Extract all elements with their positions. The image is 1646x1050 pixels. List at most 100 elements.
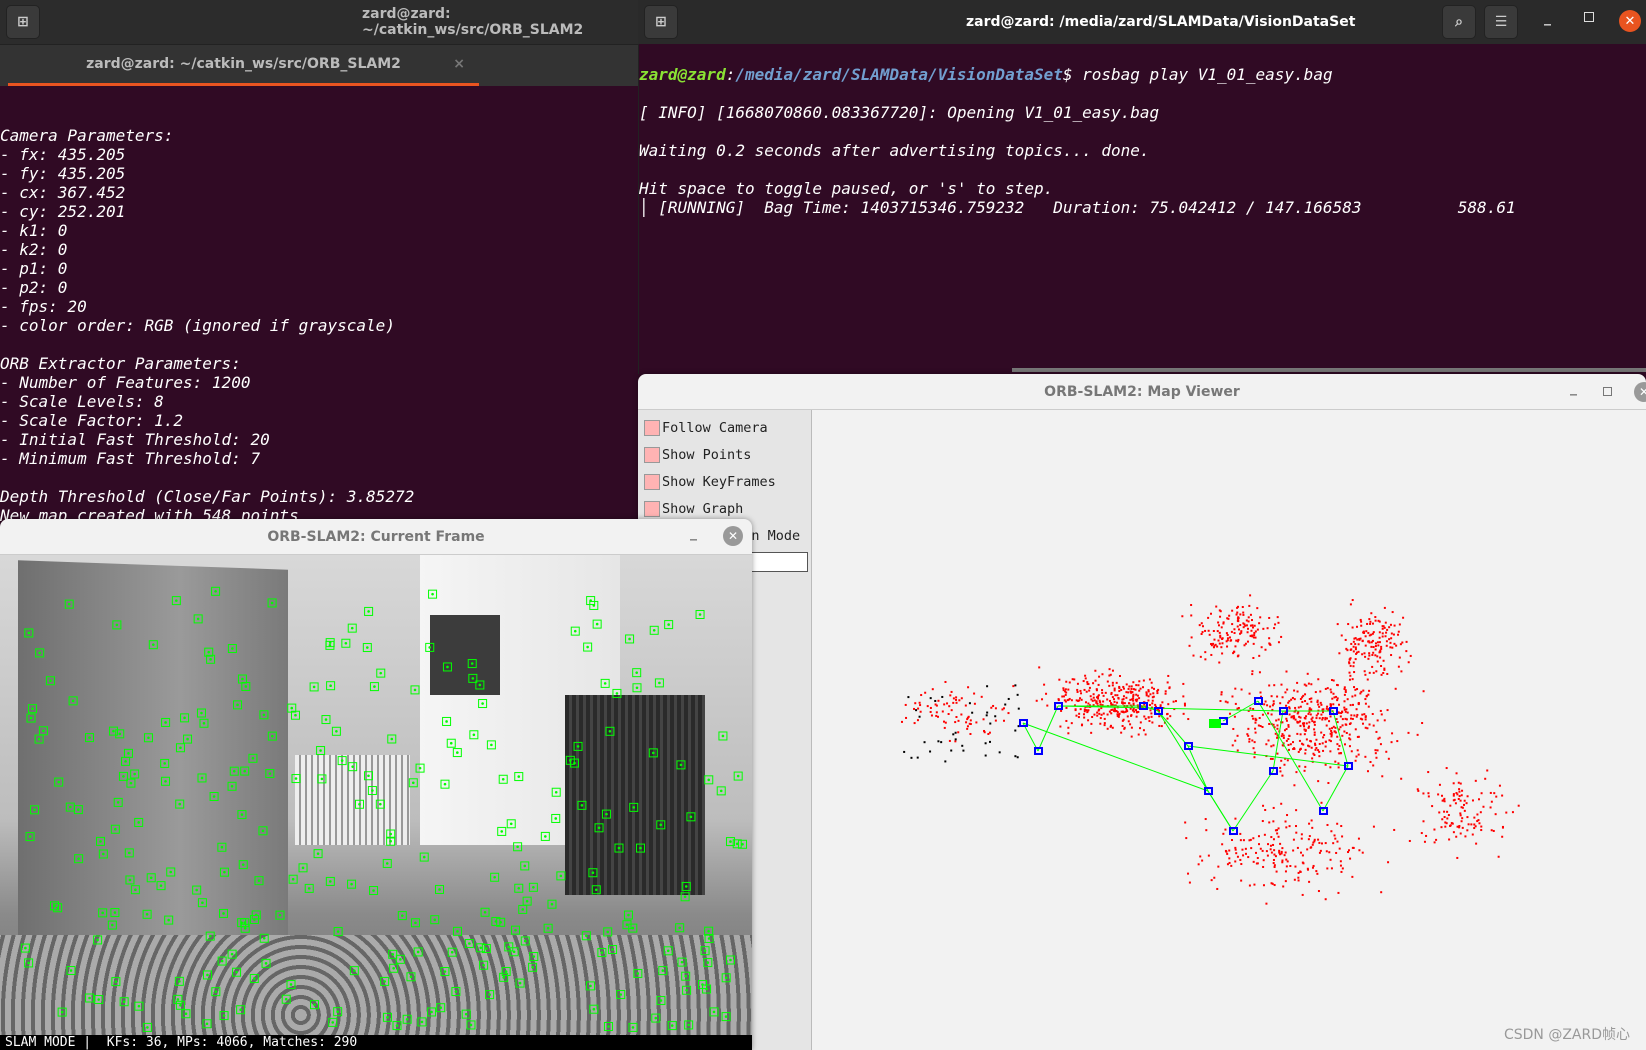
map-point xyxy=(1270,695,1273,698)
option-follow-camera[interactable]: Follow Camera xyxy=(638,414,811,441)
feature-dot xyxy=(320,777,324,781)
map-point xyxy=(1422,690,1425,693)
feature-dot xyxy=(367,774,370,778)
map-point xyxy=(1150,715,1153,718)
map-point xyxy=(1495,795,1498,798)
map-point xyxy=(1139,687,1142,690)
map-point xyxy=(1329,703,1332,706)
current-frame-titlebar[interactable]: ORB-SLAM2: Current Frame _ ✕ xyxy=(0,519,752,555)
map-point xyxy=(1252,642,1255,645)
feature-dot xyxy=(350,882,353,886)
map-point xyxy=(1201,631,1204,634)
map-point xyxy=(1343,730,1346,733)
map-point xyxy=(1280,850,1283,853)
search-icon[interactable]: ⌕ xyxy=(1442,5,1476,39)
new-tab-button[interactable]: ⊞ xyxy=(6,5,40,39)
map-point xyxy=(1254,731,1257,734)
minimize-icon[interactable]: _ xyxy=(1544,10,1551,26)
map-point xyxy=(1344,743,1347,746)
map-point xyxy=(1338,752,1341,755)
map-point xyxy=(1266,854,1269,857)
feature-dot xyxy=(470,662,474,665)
map-point xyxy=(1219,615,1222,618)
option-label: Show Points xyxy=(662,446,752,463)
map-point xyxy=(1122,695,1125,698)
map-point xyxy=(1346,649,1349,652)
option-show-points[interactable]: Show Points xyxy=(638,441,811,468)
tab-close-icon[interactable]: × xyxy=(453,56,465,72)
map-point xyxy=(1078,712,1081,715)
map-point xyxy=(1307,838,1310,841)
maximize-icon[interactable] xyxy=(1603,387,1612,396)
feature-dot xyxy=(514,928,517,932)
close-icon[interactable]: ✕ xyxy=(1619,10,1641,32)
left-terminal-title: zard@zard: ~/catkin_ws/src/ORB_SLAM2 xyxy=(362,6,584,38)
map-canvas[interactable] xyxy=(813,411,1646,1050)
menu-icon[interactable]: ☰ xyxy=(1484,5,1518,39)
minimize-icon[interactable]: _ xyxy=(1570,380,1577,396)
close-icon[interactable]: ✕ xyxy=(1634,382,1646,402)
map-point xyxy=(1331,697,1334,700)
checkbox[interactable] xyxy=(644,419,660,436)
map-point xyxy=(1272,838,1275,841)
minimize-icon[interactable]: _ xyxy=(690,525,697,541)
feature-dot xyxy=(679,763,683,767)
map-point xyxy=(1320,731,1323,734)
feature-dot xyxy=(627,913,630,917)
map-point xyxy=(1090,731,1093,734)
map-point xyxy=(1216,630,1219,633)
checkbox[interactable] xyxy=(644,473,660,490)
feature-dot xyxy=(464,1012,468,1016)
option-show-graph[interactable]: Show Graph xyxy=(638,495,811,522)
map-point xyxy=(1324,763,1327,766)
map-point xyxy=(1313,728,1316,731)
map-point xyxy=(1057,699,1060,702)
map-point xyxy=(1319,849,1322,852)
feature-dot xyxy=(28,835,32,838)
map-point xyxy=(1291,696,1294,699)
feature-dot xyxy=(29,716,33,720)
map-point xyxy=(1265,743,1268,746)
map-point xyxy=(1246,631,1249,634)
map-point xyxy=(1349,704,1352,707)
map-point xyxy=(1249,613,1252,616)
map-point xyxy=(1127,687,1130,690)
terminal-line: Hit space to toggle paused, or 's' to st… xyxy=(639,179,1054,198)
right-terminal-output[interactable]: zard@zard:/media/zard/SLAMData/VisionDat… xyxy=(638,44,1646,374)
map-point xyxy=(1264,808,1267,811)
map-point xyxy=(1135,715,1138,718)
feature-dot xyxy=(137,821,140,824)
map-point xyxy=(1185,837,1188,840)
checkbox[interactable] xyxy=(644,446,660,463)
map-point xyxy=(1164,692,1167,695)
map-point xyxy=(1336,743,1339,746)
map-point xyxy=(1318,841,1321,844)
map-point xyxy=(1221,843,1224,846)
map-point-reference xyxy=(998,751,1001,754)
map-point xyxy=(1266,704,1269,707)
map-point xyxy=(1307,682,1310,685)
option-show-keyframes[interactable]: Show KeyFrames xyxy=(638,468,811,495)
status-bar: SLAM MODE | KFs: 36, MPs: 4066, Matches:… xyxy=(0,1035,752,1050)
map-viewer-titlebar[interactable]: ORB-SLAM2: Map Viewer _ ✕ xyxy=(638,374,1646,410)
new-tab-button[interactable]: ⊞ xyxy=(644,5,678,39)
map-point xyxy=(973,692,976,695)
map-viewer-window: ORB-SLAM2: Map Viewer _ ✕ Follow Camera S… xyxy=(638,374,1646,1050)
map-point xyxy=(1381,627,1384,630)
close-icon[interactable]: ✕ xyxy=(723,526,743,546)
tab-orb-slam2[interactable]: zard@zard: ~/catkin_ws/src/ORB_SLAM2 × xyxy=(8,45,479,87)
map-point xyxy=(1460,794,1463,797)
map-point xyxy=(1239,839,1242,842)
checkbox[interactable] xyxy=(644,500,660,517)
feature-dot xyxy=(37,737,41,741)
map-point-reference xyxy=(940,741,943,744)
maximize-icon[interactable] xyxy=(1584,12,1594,22)
map-point xyxy=(1258,717,1261,720)
map-point xyxy=(1358,849,1361,852)
map-point xyxy=(1452,799,1455,802)
map-point xyxy=(1314,748,1317,751)
scrollbar[interactable] xyxy=(1012,368,1646,372)
map-point xyxy=(1427,771,1430,774)
map-point xyxy=(1085,701,1088,704)
map-point xyxy=(1490,800,1493,803)
